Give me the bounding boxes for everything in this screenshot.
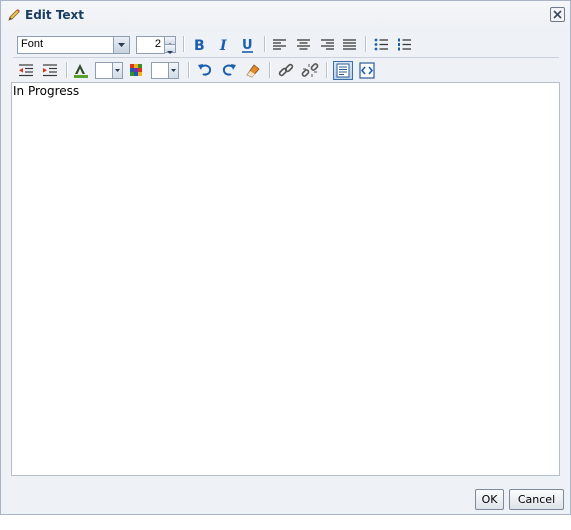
toolbar-separator: [183, 36, 184, 52]
cancel-button[interactable]: Cancel: [509, 489, 564, 510]
pencil-icon: [6, 7, 22, 23]
background-color-swatch[interactable]: [151, 62, 169, 79]
font-size-input[interactable]: 2: [136, 36, 165, 54]
underline-label: U: [242, 38, 253, 53]
numbered-list-icon[interactable]: [395, 35, 415, 54]
editor-content[interactable]: In Progress: [13, 84, 79, 98]
italic-label: I: [219, 38, 227, 54]
font-select[interactable]: Font: [17, 36, 130, 54]
text-color-swatch[interactable]: [95, 62, 113, 79]
redo-icon[interactable]: [219, 61, 239, 80]
close-icon[interactable]: [550, 7, 565, 22]
chevron-down-icon[interactable]: [112, 62, 123, 79]
font-select-value: Font: [21, 38, 44, 50]
toolbar-separator: [269, 62, 270, 78]
font-size-spinner: [164, 36, 176, 54]
chevron-down-icon[interactable]: [113, 37, 129, 53]
link-icon[interactable]: [276, 61, 296, 80]
ok-button[interactable]: OK: [475, 489, 504, 510]
italic-icon[interactable]: I: [214, 35, 234, 54]
align-left-icon[interactable]: [270, 35, 290, 54]
indent-icon[interactable]: [40, 61, 60, 80]
text-color-icon[interactable]: [71, 61, 91, 80]
toolbar-separator: [326, 62, 327, 78]
dialog-title: Edit Text: [25, 8, 85, 22]
chevron-down-icon[interactable]: [168, 62, 179, 79]
bold-label: B: [194, 38, 205, 54]
toolbar-separator: [264, 36, 265, 52]
dialog-titlebar: Edit Text: [1, 1, 570, 29]
formatting-toolbar-row-2: [13, 57, 559, 82]
formatting-toolbar-row-1: Font 2 B I U: [13, 32, 559, 56]
align-center-icon[interactable]: [294, 35, 314, 54]
align-right-icon[interactable]: [318, 35, 338, 54]
unlink-icon[interactable]: [300, 61, 320, 80]
source-code-mode-icon[interactable]: [357, 61, 377, 80]
toolbar-separator: [188, 62, 189, 78]
undo-icon[interactable]: [195, 61, 215, 80]
rich-text-mode-icon[interactable]: [333, 61, 353, 80]
edit-text-dialog: Edit Text Font 2 B I U In Progress OK Ca…: [0, 0, 571, 515]
bulleted-list-icon[interactable]: [372, 35, 392, 54]
bold-icon[interactable]: B: [190, 35, 210, 54]
spin-down-icon[interactable]: [164, 44, 176, 54]
outdent-icon[interactable]: [16, 61, 36, 80]
rich-text-editor[interactable]: In Progress: [11, 82, 560, 476]
toolbar-separator: [365, 36, 366, 52]
align-justify-icon[interactable]: [340, 35, 360, 54]
toolbar-separator: [66, 62, 67, 78]
font-size-value: 2: [154, 38, 161, 50]
clear-formatting-icon[interactable]: [243, 61, 263, 80]
background-color-icon[interactable]: [127, 61, 147, 80]
underline-icon[interactable]: U: [238, 35, 258, 54]
